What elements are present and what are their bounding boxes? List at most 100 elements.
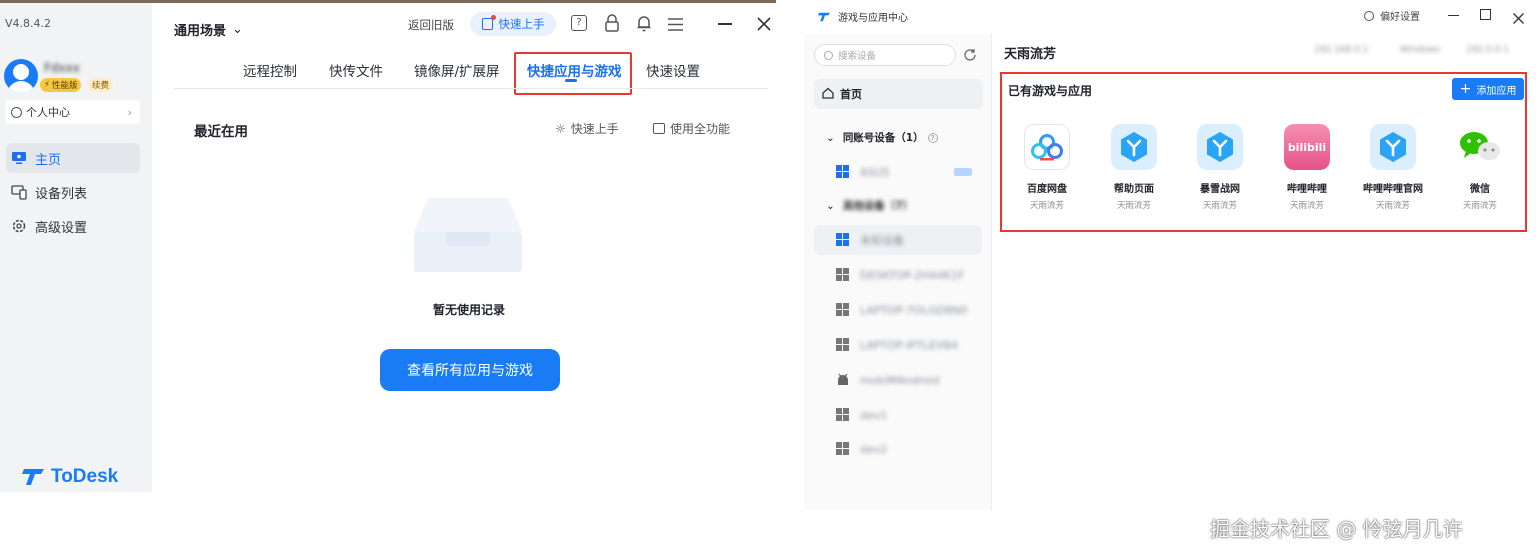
view-all-apps-button[interactable]: 查看所有应用与游戏 bbox=[380, 349, 560, 391]
search-icon bbox=[824, 50, 833, 60]
user-circle-icon bbox=[11, 106, 22, 118]
guide-book-icon bbox=[481, 15, 496, 30]
tab-mirror-screen[interactable]: 镜像屏/扩展屏 bbox=[414, 60, 500, 80]
app-tile-help-page[interactable]: 帮助页面 天雨流芳 bbox=[1094, 124, 1174, 211]
device-sidebar: 搜索设备 首页 ⌄ 同账号设备（1） ? ASUS ⌄ 其他设备（7） 未知设备… bbox=[804, 34, 992, 510]
bell-icon[interactable] bbox=[636, 14, 652, 36]
app-owner: 天雨流芳 bbox=[1116, 201, 1151, 211]
baidu-netdisk-icon bbox=[1024, 124, 1070, 170]
same-account-group[interactable]: ⌄ 同账号设备（1） ? bbox=[826, 130, 938, 145]
todesk-logo: ToDesk bbox=[22, 466, 118, 488]
device-extra-info: 192.0.0.1 bbox=[1466, 45, 1509, 55]
refresh-icon[interactable] bbox=[963, 47, 977, 66]
quick-start-link[interactable]: ☼ 快速上手 bbox=[555, 120, 619, 137]
windows-icon bbox=[836, 338, 849, 351]
devices-icon bbox=[10, 183, 28, 201]
android-icon bbox=[838, 373, 848, 385]
app-name: 哔哩哔哩 bbox=[1287, 184, 1327, 195]
lock-icon[interactable] bbox=[604, 14, 620, 36]
device-row[interactable]: LAPTOP-7OLGD8N0 bbox=[814, 295, 982, 325]
device-os-info: Windows bbox=[1400, 45, 1441, 55]
app-name: 微信 bbox=[1470, 184, 1490, 195]
device-row[interactable]: ASUS bbox=[814, 157, 982, 187]
help-icon[interactable]: ? bbox=[571, 15, 587, 31]
app-tile-bilibili[interactable]: bilibili 哔哩哔哩 天雨流芳 bbox=[1267, 124, 1347, 211]
device-row[interactable]: dev1 bbox=[814, 400, 982, 430]
quick-start-button[interactable]: 快速上手 bbox=[470, 12, 556, 36]
section-title: 最近在用 bbox=[194, 124, 248, 140]
watermark-text: 掘金技术社区 @ 怜弦月几许 bbox=[1210, 517, 1463, 541]
chevron-down-icon: ⌄ bbox=[826, 131, 835, 144]
gear-icon bbox=[10, 217, 28, 235]
windows-icon bbox=[836, 442, 849, 455]
close-icon[interactable] bbox=[1513, 9, 1524, 28]
window-icon bbox=[653, 123, 665, 134]
renew-badge[interactable]: 续费 bbox=[88, 78, 114, 92]
window-title: 游戏与应用中心 bbox=[838, 13, 908, 24]
windows-icon bbox=[836, 408, 849, 421]
sidebar-item-home[interactable]: 主页 bbox=[6, 143, 140, 173]
info-icon: ? bbox=[927, 132, 938, 143]
device-row[interactable]: DESKTOP-2H44K1F bbox=[814, 260, 982, 290]
maximize-icon[interactable] bbox=[1480, 9, 1491, 20]
device-row[interactable]: LAPTOP-IPTLEVB4 bbox=[814, 330, 982, 360]
windows-icon bbox=[836, 268, 849, 281]
personal-center-button[interactable]: 个人中心 › bbox=[5, 100, 140, 124]
device-row[interactable]: dev2 bbox=[814, 434, 982, 464]
empty-box-illustration bbox=[412, 194, 524, 280]
app-tile-battlenet[interactable]: 暴雪战网 天雨流芳 bbox=[1180, 124, 1260, 211]
chevron-right-icon: › bbox=[127, 105, 132, 119]
tabs-divider bbox=[174, 88, 768, 89]
settings-icon bbox=[1364, 10, 1374, 21]
minimize-icon[interactable] bbox=[1448, 15, 1459, 17]
device-row-selected[interactable]: 未知设备 bbox=[814, 225, 982, 255]
sidebar-item-advanced[interactable]: 高级设置 bbox=[6, 211, 140, 241]
device-name-title: 天雨流芳 bbox=[1004, 47, 1057, 62]
todesk-logo-icon bbox=[22, 469, 44, 485]
device-row[interactable]: mobiMAndroid bbox=[814, 365, 982, 395]
app-name: 哔哩哔哩官网 bbox=[1363, 184, 1423, 195]
lightbulb-icon: ☼ bbox=[555, 121, 566, 136]
back-to-old-link[interactable]: 返回旧版 bbox=[408, 17, 454, 33]
menu-icon[interactable] bbox=[668, 16, 683, 35]
windows-icon bbox=[836, 165, 849, 178]
minimize-icon[interactable] bbox=[718, 23, 732, 25]
tab-file-transfer[interactable]: 快传文件 bbox=[329, 60, 383, 80]
app-tile-baidu-netdisk[interactable]: 百度网盘 天雨流芳 bbox=[1007, 124, 1087, 211]
app-tile-wechat[interactable]: 微信 天雨流芳 bbox=[1440, 124, 1520, 211]
section-title: 已有游戏与应用 bbox=[1008, 84, 1093, 98]
empty-state-text: 暂无使用记录 bbox=[433, 303, 506, 317]
sidebar-item-devices[interactable]: 设备列表 bbox=[6, 177, 140, 207]
chevron-down-icon: ⌄ bbox=[232, 22, 243, 37]
default-app-icon bbox=[1197, 124, 1243, 170]
avatar[interactable] bbox=[4, 59, 38, 93]
app-name: 帮助页面 bbox=[1114, 184, 1154, 195]
app-name: 暴雪战网 bbox=[1200, 184, 1240, 195]
sidebar-item-home[interactable]: 首页 bbox=[814, 79, 983, 109]
preferences-button[interactable]: 偏好设置 bbox=[1364, 8, 1420, 23]
device-search-input[interactable]: 搜索设备 bbox=[814, 44, 956, 66]
version-label: V4.8.4.2 bbox=[5, 17, 52, 30]
windows-icon bbox=[836, 303, 849, 316]
other-devices-group[interactable]: ⌄ 其他设备（7） bbox=[826, 198, 913, 213]
add-app-button[interactable]: + 添加应用 bbox=[1452, 78, 1524, 100]
scene-dropdown[interactable]: 通用场景 ⌄ bbox=[174, 20, 243, 39]
app-tile-bilibili-web[interactable]: 哔哩哔哩官网 天雨流芳 bbox=[1353, 124, 1433, 211]
game-app-center-window: 游戏与应用中心 偏好设置 搜索设备 首页 ⌄ 同账号设备（1） ? ASUS ⌄… bbox=[804, 0, 1538, 510]
app-owner: 天雨流芳 bbox=[1202, 201, 1237, 211]
home-icon bbox=[822, 87, 834, 102]
plus-icon: + bbox=[1459, 81, 1472, 97]
tab-quick-settings[interactable]: 快速设置 bbox=[646, 60, 700, 80]
device-ip-info: 192.168.0.1 bbox=[1314, 45, 1369, 55]
close-icon[interactable] bbox=[757, 16, 771, 35]
app-owner: 天雨流芳 bbox=[1289, 201, 1324, 211]
app-owner: 天雨流芳 bbox=[1375, 201, 1410, 211]
default-app-icon bbox=[1370, 124, 1416, 170]
wechat-icon bbox=[1457, 124, 1503, 170]
chevron-down-icon: ⌄ bbox=[826, 199, 835, 212]
app-owner: 天雨流芳 bbox=[1462, 201, 1497, 211]
use-all-features-link[interactable]: 使用全功能 bbox=[653, 120, 730, 137]
tab-remote-control[interactable]: 远程控制 bbox=[243, 60, 297, 80]
default-app-icon bbox=[1111, 124, 1157, 170]
user-name: Fdxxx bbox=[44, 61, 80, 75]
